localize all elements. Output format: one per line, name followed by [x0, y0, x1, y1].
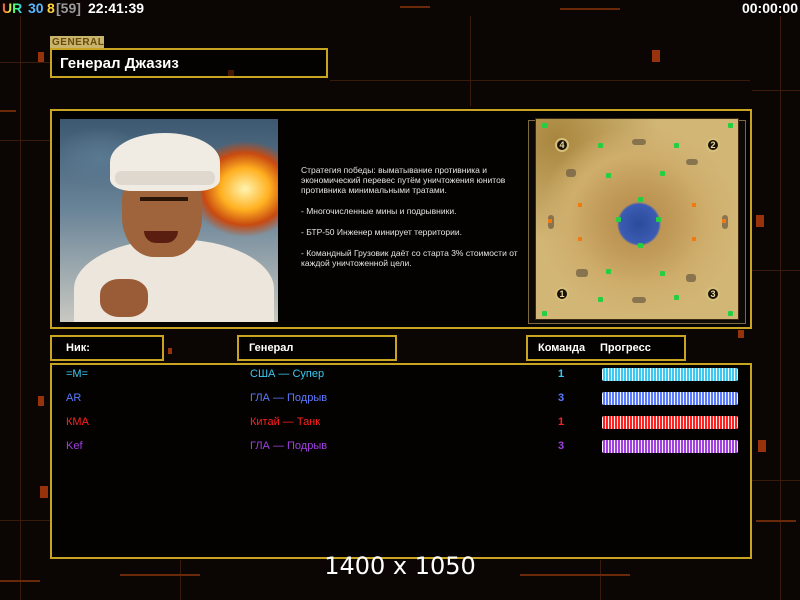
general-name: Генерал Джазиз [60, 55, 179, 72]
stat-value-a: 30 [28, 0, 44, 16]
player-nick: AR [66, 392, 82, 404]
minimap[interactable]: 4 2 1 3 [535, 118, 739, 320]
player-team: 3 [558, 440, 565, 452]
player-team: 3 [558, 392, 565, 404]
player-progress-bar [602, 392, 738, 405]
description-line: - Многочисленные мины и подрывники. [301, 206, 457, 216]
map-player-slot-4[interactable]: 4 [555, 138, 569, 152]
player-general: США — Супер [250, 368, 325, 380]
nick-header: Ник: [50, 335, 164, 361]
player-general: ГЛА — Подрыв [250, 440, 328, 452]
player-general: Китай — Танк [250, 416, 321, 428]
player-general: ГЛА — Подрыв [250, 392, 328, 404]
general-header: Генерал [237, 335, 397, 361]
player-team: 1 [558, 368, 565, 380]
top-status-bar: UR 30 8 [59] 22:41:39 00:00:00 [0, 0, 800, 16]
player-progress-bar [602, 368, 738, 381]
player-progress-bar [602, 416, 738, 429]
progress-header: Команда Прогресс [526, 335, 686, 361]
team-header-label: Команда [538, 342, 586, 354]
general-portrait [60, 119, 278, 322]
nick-header-label: Ник: [66, 342, 90, 354]
map-player-slot-2[interactable]: 2 [706, 138, 720, 152]
map-player-slot-1[interactable]: 1 [555, 287, 569, 301]
description-line: - Командный Грузовик даёт со старта 3% с… [301, 248, 518, 268]
player-nick: Kef [66, 440, 83, 452]
game-timer: 00:00:00 [741, 0, 798, 16]
general-description: Стратегия победы: выматывание противника… [301, 165, 519, 279]
clock: 22:41:39 [88, 0, 145, 16]
map-player-slot-3[interactable]: 3 [706, 287, 720, 301]
stat-value-b: 8 [47, 0, 55, 16]
player-team: 1 [558, 416, 565, 428]
description-line: Стратегия победы: выматывание противника… [301, 165, 506, 195]
general-header-label: Генерал [249, 342, 294, 354]
description-line: - БТР-50 Инженер минирует территории. [301, 227, 462, 237]
player-progress-bar [602, 440, 738, 453]
progress-header-label: Прогресс [600, 342, 651, 354]
ur-label: UR [2, 0, 23, 16]
player-nick: =M= [66, 368, 89, 380]
stat-value-c: [59] [56, 0, 81, 16]
general-name-panel: Генерал Джазиз [50, 48, 328, 78]
player-nick: КМА [66, 416, 89, 428]
resolution-caption: 1400 x 1050 [324, 552, 476, 580]
